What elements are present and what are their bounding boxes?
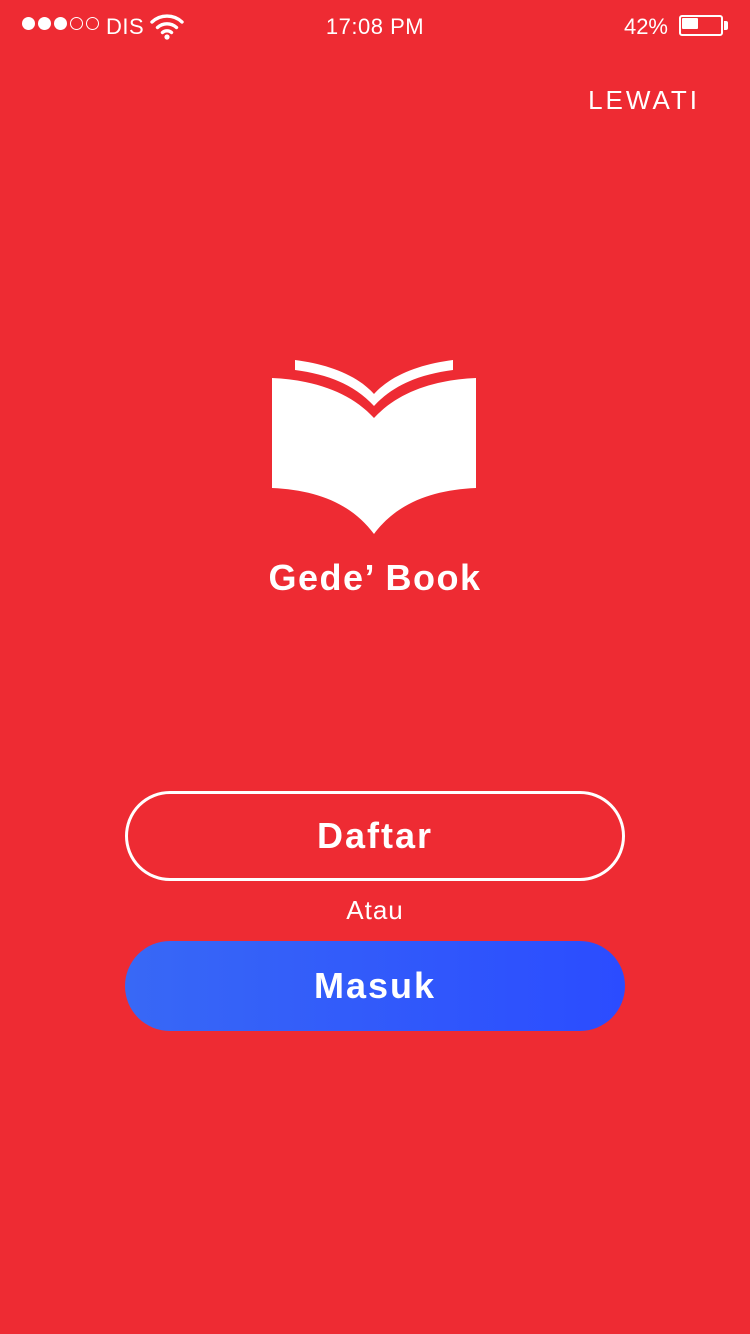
app-name: Gede’ Book bbox=[268, 557, 482, 598]
battery-level-fill bbox=[682, 18, 698, 29]
skip-button[interactable]: LEWATI bbox=[588, 85, 700, 116]
separator-text: Atau bbox=[346, 895, 404, 925]
battery-percentage: 42% bbox=[623, 14, 668, 39]
register-button-label: Daftar bbox=[316, 815, 434, 856]
open-book-icon bbox=[272, 360, 476, 534]
register-button[interactable]: Daftar bbox=[125, 791, 625, 881]
login-button-label: Masuk bbox=[313, 965, 437, 1006]
login-button[interactable]: Masuk bbox=[125, 941, 625, 1031]
status-bar: DIS 17:08 PM 42% bbox=[0, 0, 750, 54]
battery-icon bbox=[679, 15, 729, 36]
battery-tip bbox=[724, 21, 728, 30]
